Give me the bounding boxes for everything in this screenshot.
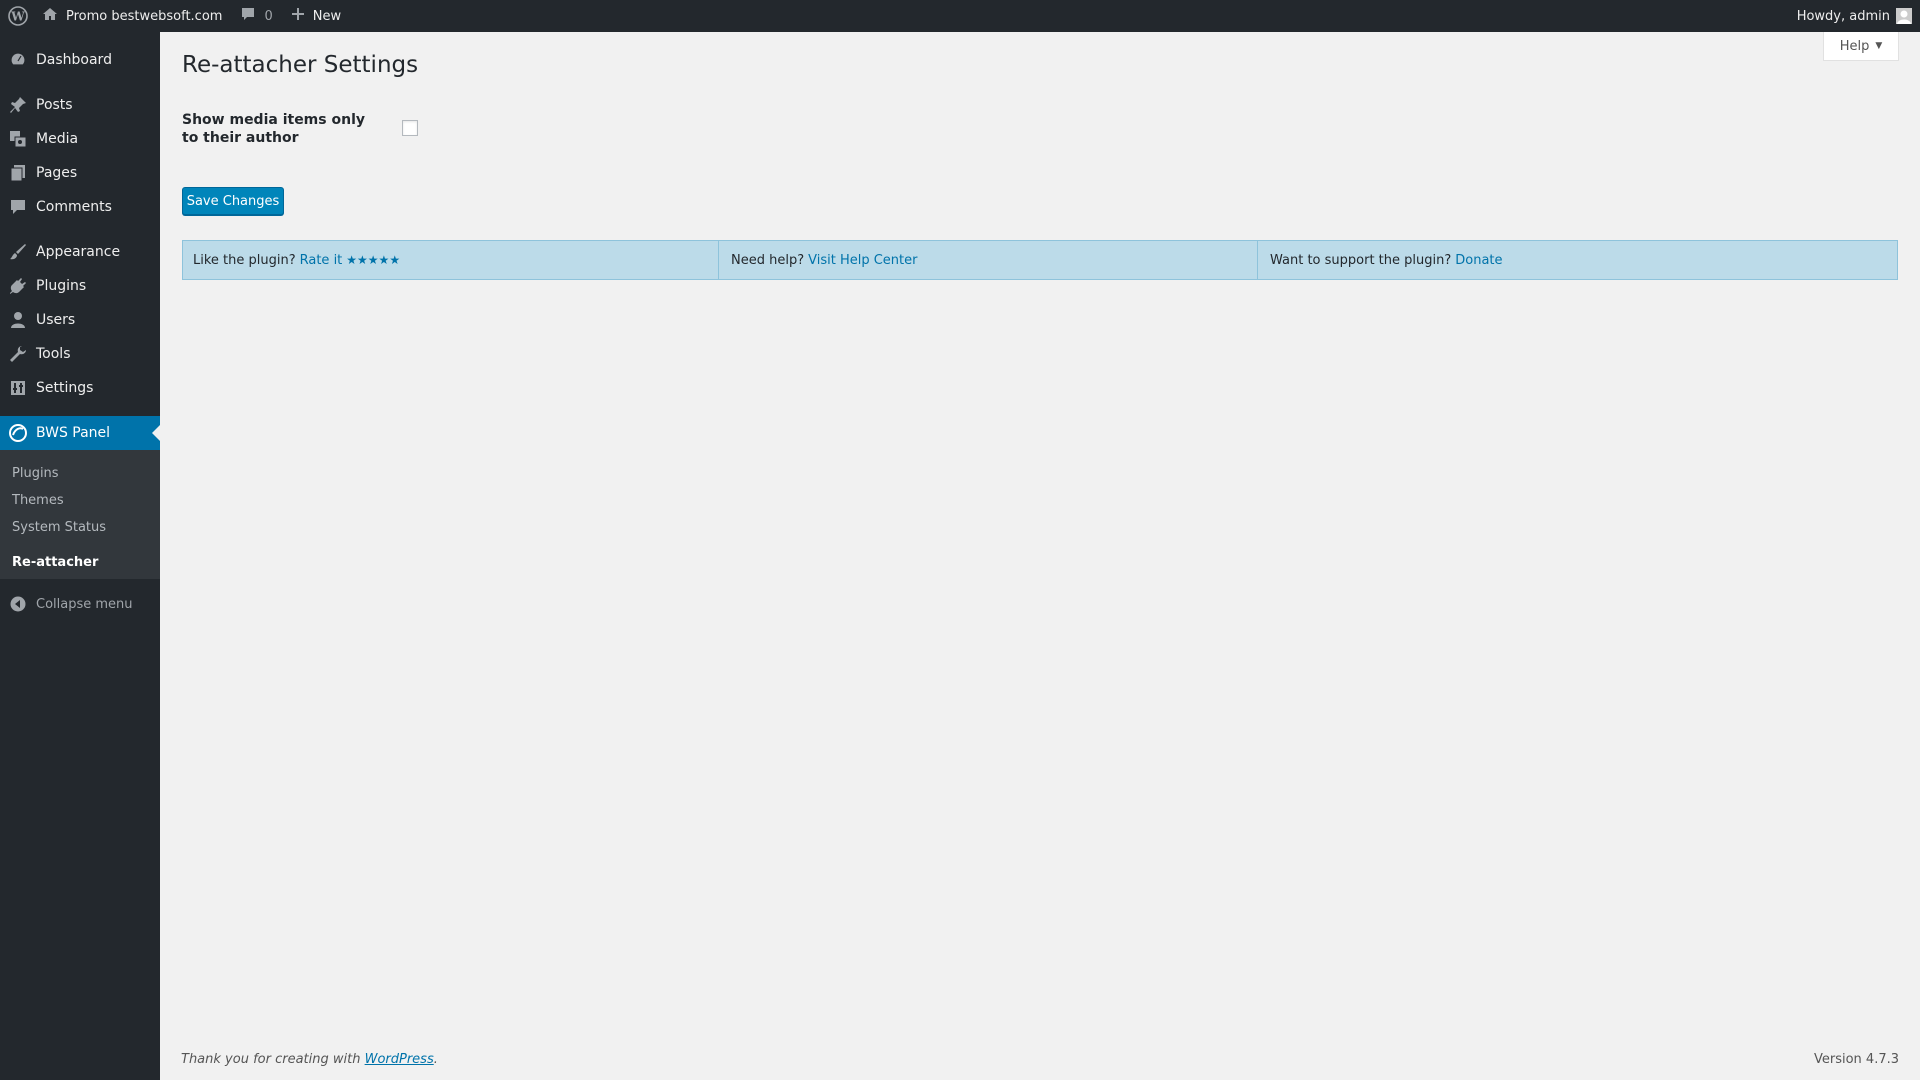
comment-icon [8, 197, 28, 217]
media-icon [8, 129, 28, 149]
bws-icon [8, 423, 28, 443]
show-media-author-checkbox[interactable] [402, 120, 418, 136]
avatar [1896, 8, 1912, 24]
sidebar-item-tools[interactable]: Tools [0, 337, 160, 371]
footer-thanks: Thank you for creating with WordPress. [181, 1052, 438, 1067]
rating-stars-icon[interactable]: ★★★★★ [346, 253, 400, 267]
submenu-item-plugins[interactable]: Plugins [12, 466, 59, 481]
footer-thanks-text: Thank you for creating with [181, 1052, 361, 1067]
sidebar-item-label: BWS Panel [36, 425, 111, 441]
submenu-item-themes[interactable]: Themes [12, 493, 64, 508]
sidebar-item-appearance[interactable]: Appearance [0, 235, 160, 269]
wordpress-link[interactable]: WordPress [365, 1052, 434, 1067]
submenu-item-system-status[interactable]: System Status [12, 520, 106, 535]
pin-icon [8, 95, 28, 115]
sidebar-item-label: Plugins [36, 278, 87, 294]
main-content: Help ▼ Re-attacher Settings Show media i… [160, 32, 1920, 1080]
wordpress-logo-icon[interactable]: W [0, 0, 36, 32]
sidebar-item-label: Posts [36, 97, 73, 113]
collapse-menu-button[interactable]: Collapse menu [0, 587, 160, 621]
comments-link[interactable]: 0 [240, 0, 273, 32]
help-cell: Need help? Visit Help Center [719, 241, 1258, 279]
sidebar-item-posts[interactable]: Posts [0, 88, 160, 122]
help-text: Need help? [731, 252, 805, 268]
sidebar-item-label: Re-attacher [12, 554, 99, 570]
pages-icon [8, 163, 28, 183]
show-media-author-label: Show media items only to their author [182, 112, 365, 146]
new-label: New [312, 8, 342, 24]
bws-submenu: Plugins Themes System Status [0, 450, 160, 546]
sidebar-item-label: Media [36, 131, 79, 147]
comment-bubble-icon [240, 6, 256, 26]
collapse-label: Collapse menu [36, 596, 133, 612]
new-content-link[interactable]: New [291, 0, 341, 32]
site-name: Promo bestwebsoft.com [66, 8, 223, 24]
sidebar-item-label: Settings [36, 380, 94, 396]
dashboard-icon [8, 50, 28, 70]
footer-thanks-suffix: . [433, 1052, 438, 1067]
rate-link[interactable]: Rate it [300, 253, 343, 268]
home-icon [42, 6, 58, 26]
settings-icon [8, 378, 28, 398]
plug-icon [8, 276, 28, 296]
admin-sidebar: Dashboard Posts Media Pages Comments App… [0, 32, 160, 1080]
support-text: Want to support the plugin? [1270, 252, 1452, 268]
sidebar-item-plugins[interactable]: Plugins [0, 269, 160, 303]
sidebar-item-label: Users [36, 312, 76, 328]
help-center-link[interactable]: Visit Help Center [808, 253, 917, 268]
wrench-icon [8, 344, 28, 364]
sidebar-item-label: Pages [36, 165, 78, 181]
comments-count: 0 [264, 8, 273, 24]
sidebar-item-label: Dashboard [36, 52, 112, 68]
admin-bar: W Promo bestwebsoft.com 0 New Howdy, adm… [0, 0, 1920, 32]
sidebar-item-settings[interactable]: Settings [0, 371, 160, 405]
help-label: Help [1839, 38, 1870, 54]
sidebar-item-media[interactable]: Media [0, 122, 160, 156]
sidebar-item-label: Appearance [36, 244, 121, 260]
sidebar-item-pages[interactable]: Pages [0, 156, 160, 190]
sidebar-item-dashboard[interactable]: Dashboard [0, 43, 160, 77]
page-title: Re-attacher Settings [182, 52, 419, 78]
sidebar-item-re-attacher[interactable]: Re-attacher [0, 545, 160, 579]
caret-down-icon: ▼ [1875, 41, 1883, 51]
save-changes-button[interactable]: Save Changes [182, 187, 284, 215]
sidebar-item-users[interactable]: Users [0, 303, 160, 337]
footer-version: Version 4.7.3 [1813, 1052, 1899, 1067]
site-name-link[interactable]: Promo bestwebsoft.com [42, 0, 222, 32]
help-tab-button[interactable]: Help ▼ [1823, 32, 1899, 61]
user-icon [8, 310, 28, 330]
rate-text: Like the plugin? [193, 252, 296, 268]
greeting: Howdy, admin [1796, 8, 1890, 24]
plus-icon [291, 7, 305, 25]
active-menu-arrow [152, 425, 160, 441]
sidebar-item-bws-panel[interactable]: BWS Panel [0, 416, 160, 450]
plugin-info-bar: Like the plugin? Rate it ★★★★★ Need help… [182, 240, 1898, 280]
donate-link[interactable]: Donate [1455, 253, 1502, 268]
sidebar-item-comments[interactable]: Comments [0, 190, 160, 224]
collapse-arrow-icon [8, 594, 28, 614]
sidebar-item-label: Comments [36, 199, 112, 215]
support-cell: Want to support the plugin? Donate [1258, 241, 1897, 279]
svg-text:W: W [10, 10, 25, 24]
rate-cell: Like the plugin? Rate it ★★★★★ [183, 241, 719, 279]
my-account-link[interactable]: Howdy, admin [1797, 0, 1912, 32]
sidebar-item-label: Tools [36, 346, 71, 362]
brush-icon [8, 242, 28, 262]
